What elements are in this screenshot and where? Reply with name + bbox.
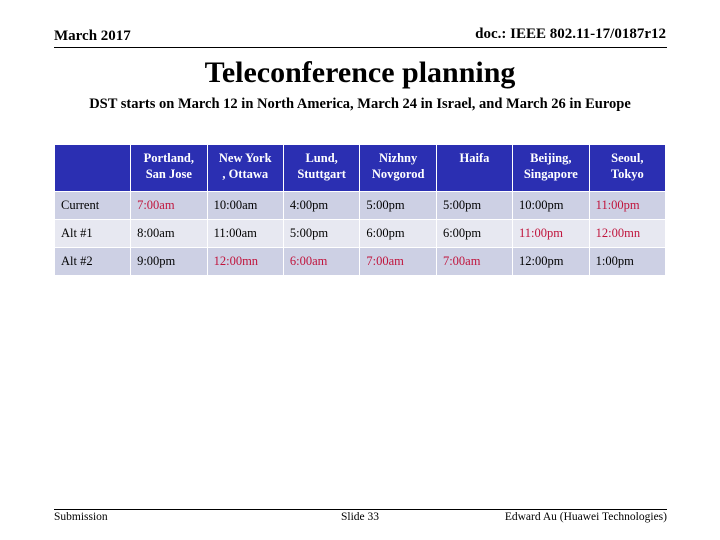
- time-cell: 5:00pm: [435, 191, 514, 220]
- table-row: Alt #1 8:00am 11:00am 5:00pm 6:00pm 6:00pm 11:…: [53, 219, 667, 248]
- table-row: Alt #2 9:00pm 12:00mn 6:00am 7:00am 7:00am 12:…: [53, 247, 667, 276]
- time-cell: 7:00am: [130, 191, 208, 220]
- slide-subtitle: DST starts on March 12 in North America,…: [89, 96, 631, 112]
- column-header: Haifa: [435, 144, 514, 192]
- column-header: Beijing, Singapore: [512, 144, 590, 192]
- column-header-line1: Haifa: [459, 151, 490, 165]
- column-header-line2: Novgorod: [371, 167, 425, 181]
- time-cell: 6:00pm: [435, 219, 514, 248]
- row-label: Current: [53, 191, 132, 220]
- table-row: Current 7:00am 10:00am 4:00pm 5:00pm 5:00pm 10…: [53, 191, 667, 220]
- column-header-line2: Stuttgart: [297, 167, 346, 181]
- column-header-line2: , Ottawa: [222, 167, 269, 181]
- time-cell: 11:00am: [206, 219, 284, 248]
- time-cell: 8:00am: [130, 219, 208, 248]
- header-divider: [54, 47, 667, 48]
- column-header-line1: Lund,: [305, 151, 338, 165]
- column-header-line1: New York: [218, 151, 272, 165]
- row-label: Alt #2: [53, 247, 132, 276]
- column-header-line2: San Jose: [145, 167, 192, 181]
- header-date: March 2017: [54, 28, 131, 44]
- column-header: Lund, Stuttgart: [282, 144, 361, 192]
- time-cell: 1:00pm: [588, 247, 667, 276]
- time-cell: 7:00am: [359, 247, 437, 276]
- column-header-line2: Tokyo: [610, 167, 644, 181]
- time-cell: 12:00pm: [512, 247, 590, 276]
- schedule-table: Portland, San Jose New York , Ottawa Lund,…: [53, 144, 667, 276]
- slide-title: Teleconference planning: [204, 56, 516, 89]
- time-cell: 6:00am: [282, 247, 361, 276]
- column-header: Portland, San Jose: [130, 144, 208, 192]
- column-header: Nizhny Novgorod: [359, 144, 437, 192]
- column-header-empty: [53, 144, 132, 192]
- footer-divider: [54, 509, 667, 510]
- time-cell: 10:00pm: [512, 191, 590, 220]
- time-cell: 12:00mn: [588, 219, 667, 248]
- row-label: Alt #1: [53, 219, 132, 248]
- time-cell: 10:00am: [206, 191, 284, 220]
- time-cell: 9:00pm: [130, 247, 208, 276]
- column-header-line1: Seoul,: [611, 151, 644, 165]
- time-cell: 7:00am: [435, 247, 514, 276]
- column-header-line1: Beijing,: [530, 151, 572, 165]
- column-header-line1: Nizhny: [379, 151, 418, 165]
- time-cell: 11:00pm: [512, 219, 590, 248]
- time-cell: 4:00pm: [282, 191, 361, 220]
- header-doc-id: doc.: IEEE 802.11-17/0187r12: [475, 26, 666, 42]
- column-header-line2: Singapore: [523, 167, 578, 181]
- column-header-line1: Portland,: [143, 151, 195, 165]
- time-cell: 12:00mn: [206, 247, 284, 276]
- footer-author: Edward Au (Huawei Technologies): [504, 511, 667, 523]
- table-header-row: Portland, San Jose New York , Ottawa Lund,…: [53, 144, 667, 192]
- time-cell: 11:00pm: [588, 191, 667, 220]
- time-cell: 6:00pm: [359, 219, 437, 248]
- time-cell: 5:00pm: [282, 219, 361, 248]
- column-header: Seoul, Tokyo: [588, 144, 667, 192]
- time-cell: 5:00pm: [359, 191, 437, 220]
- column-header: New York , Ottawa: [206, 144, 284, 192]
